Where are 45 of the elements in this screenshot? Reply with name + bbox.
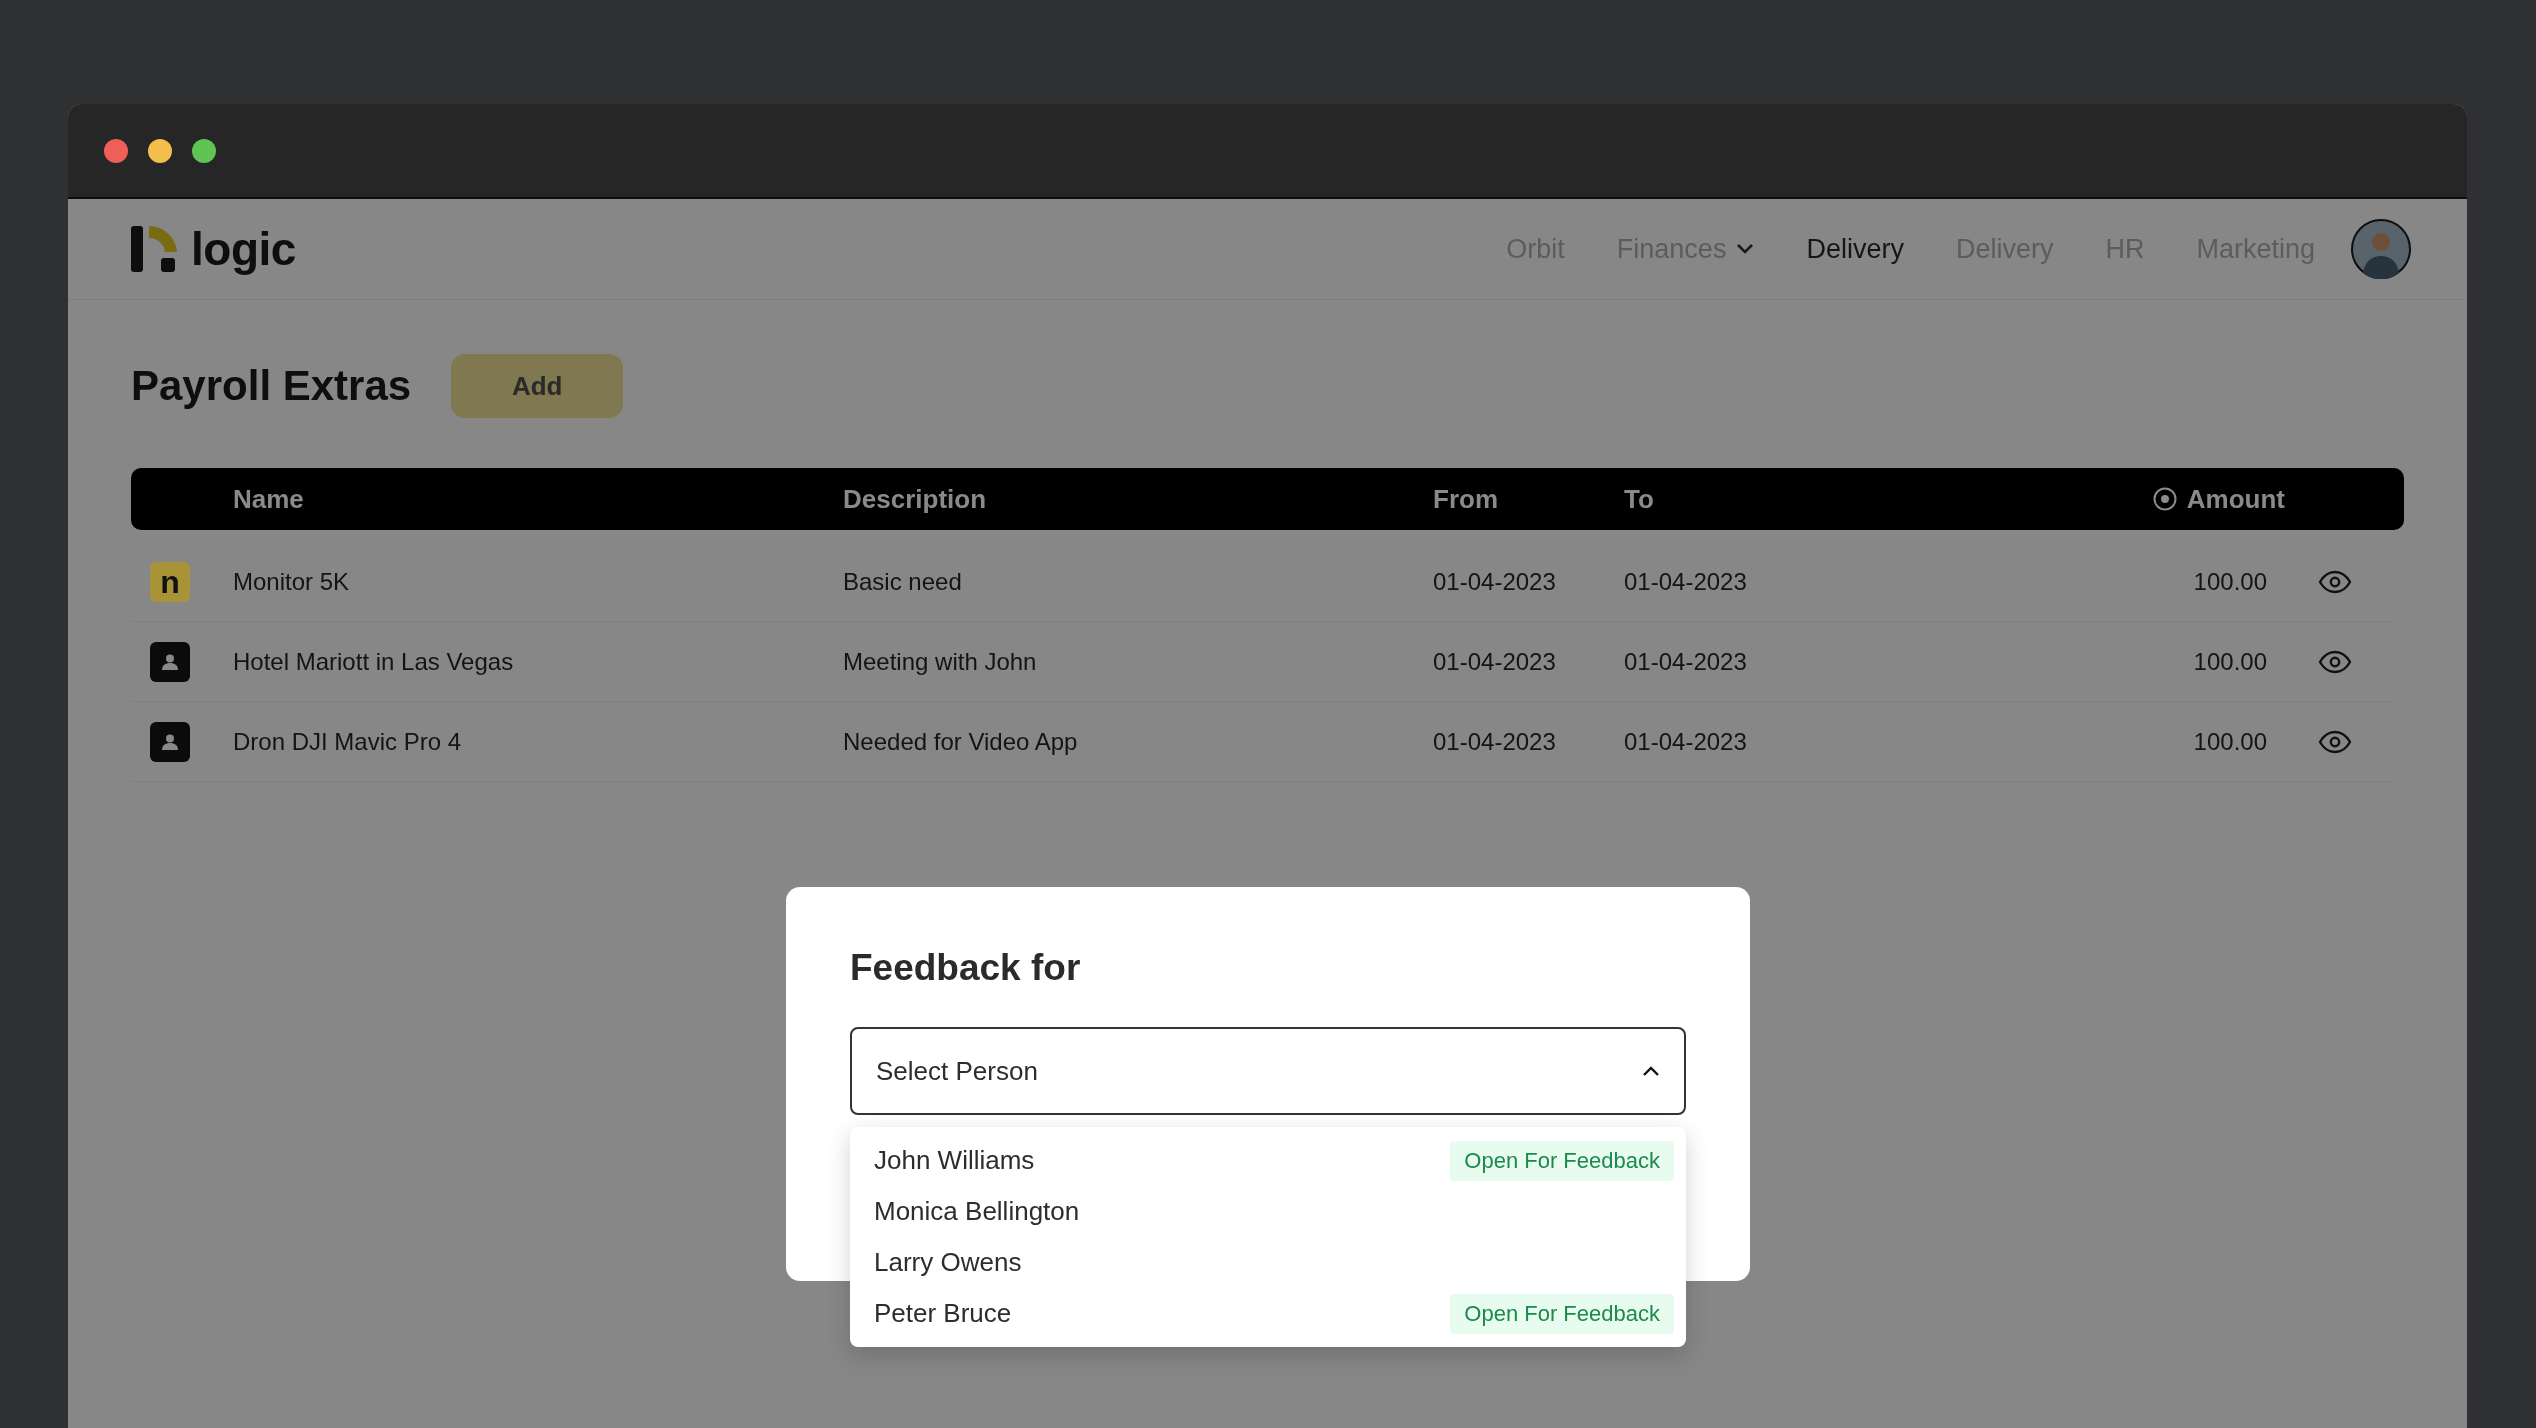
page-title: Payroll Extras (131, 362, 412, 410)
table-cell-text: 100.00 (2193, 567, 2268, 596)
table-cell-text: 01-04-2023 (1433, 727, 1557, 756)
avatar[interactable] (2351, 219, 2411, 279)
minimize-window-button[interactable] (148, 138, 172, 163)
brand-name: logic (191, 222, 296, 276)
table-cell-text: Meeting with John (843, 647, 1038, 676)
status-badge: Open For Feedback (1450, 1293, 1674, 1334)
maximize-window-button[interactable] (192, 138, 216, 163)
dropdown-option[interactable]: Peter Bruce (874, 1298, 1012, 1329)
column-header: To (1624, 483, 1655, 515)
column-header: Description (843, 483, 988, 515)
status-badge: Open For Feedback (1450, 1140, 1674, 1181)
nav-link[interactable]: Delivery (1806, 233, 1904, 265)
person-select[interactable]: Select Person (850, 1027, 1686, 1115)
modal-title: Feedback for (850, 947, 1082, 989)
column-header: Amount (2186, 483, 2285, 515)
eye-icon[interactable] (2317, 729, 2352, 754)
table-cell-text: 01-04-2023 (1624, 567, 1748, 596)
letter-badge: n (150, 561, 190, 602)
table-cell-text: 01-04-2023 (1433, 647, 1557, 676)
logo-icon (131, 226, 177, 272)
table-cell-text: 01-04-2023 (1433, 567, 1557, 596)
eye-icon[interactable] (2317, 649, 2352, 674)
table-cell-text: 01-04-2023 (1624, 727, 1748, 756)
table-cell-text: 01-04-2023 (1624, 647, 1748, 676)
dropdown-option[interactable]: Larry Owens (874, 1247, 1022, 1278)
table-cell-text: Hotel Mariott in Las Vegas (233, 647, 515, 676)
dropdown-option[interactable]: John Williams (874, 1145, 1035, 1176)
dropdown-option[interactable]: Monica Bellington (874, 1196, 1080, 1227)
table-cell-text: Dron DJI Mavic Pro 4 (233, 727, 463, 756)
table-cell-text: 100.00 (2193, 727, 2268, 756)
table-cell-text: Monitor 5K (233, 567, 351, 596)
close-window-button[interactable] (104, 138, 128, 163)
column-header: From (1433, 483, 1499, 515)
add-button[interactable]: Add (451, 354, 624, 418)
table-cell-text: Needed for Video App (843, 727, 1079, 756)
chevron-up-icon (1642, 1065, 1660, 1077)
person-icon (161, 732, 179, 751)
person-icon (161, 652, 179, 671)
currency-icon (2152, 487, 2177, 511)
column-header: Name (233, 483, 305, 515)
table-cell-text: Basic need (843, 567, 963, 596)
table-cell-text: 100.00 (2193, 647, 2268, 676)
eye-icon[interactable] (2317, 569, 2352, 594)
